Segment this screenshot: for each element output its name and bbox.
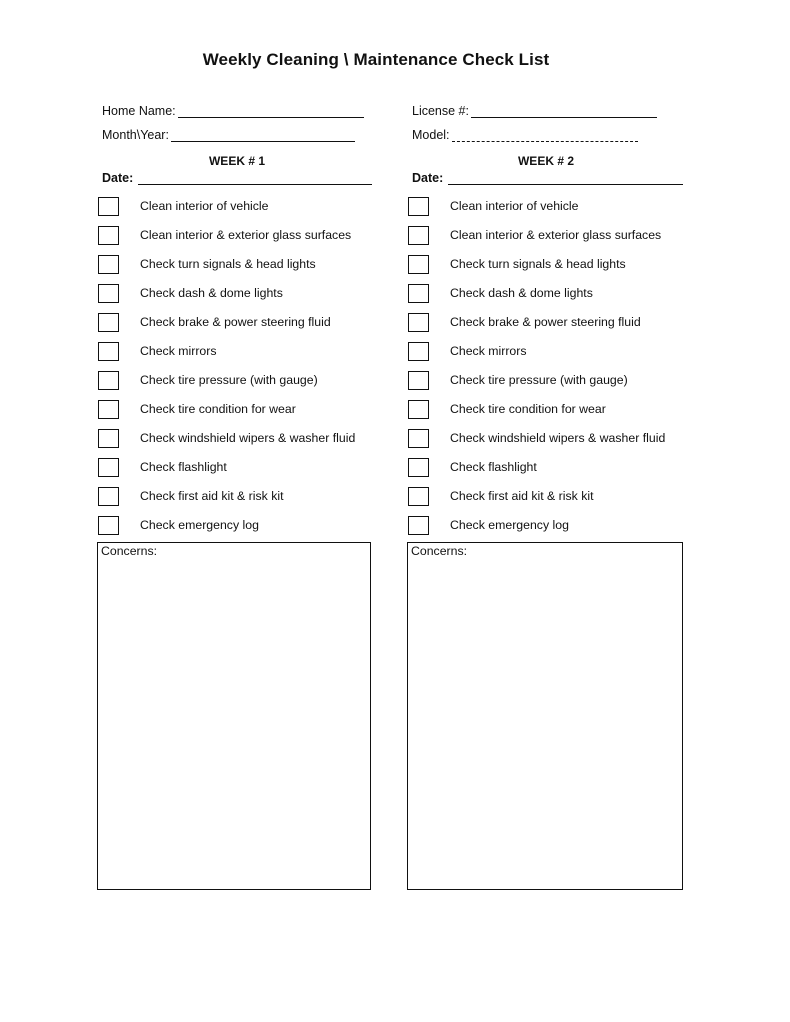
home-name-label: Home Name:	[102, 104, 176, 118]
page-title: Weekly Cleaning \ Maintenance Check List	[202, 50, 550, 69]
checklist-item-label: Check flashlight	[450, 460, 537, 474]
checklist-item[interactable]: Check flashlight	[408, 455, 537, 479]
checklist-item[interactable]: Clean interior & exterior glass surfaces	[98, 223, 351, 247]
week-2-concerns-label: Concerns:	[411, 544, 468, 558]
checkbox[interactable]	[98, 486, 119, 506]
checklist-item-label: Check mirrors	[450, 344, 527, 358]
week-1-date-label: Date:	[102, 171, 134, 185]
model-label: Model:	[412, 128, 450, 142]
checklist-item[interactable]: Check turn signals & head lights	[408, 252, 626, 276]
checkbox[interactable]	[98, 370, 119, 390]
week-1-concerns-box[interactable]: Concerns:	[97, 542, 371, 890]
week-2-concerns-box[interactable]: Concerns:	[407, 542, 683, 890]
checkbox[interactable]	[408, 225, 429, 245]
month-year-input-line[interactable]	[170, 129, 355, 142]
checkbox[interactable]	[98, 457, 119, 477]
license-input-line[interactable]	[470, 105, 657, 118]
checklist-item-label: Check tire condition for wear	[140, 402, 296, 416]
week-1-concerns-label: Concerns:	[101, 544, 158, 558]
month-year-label: Month\Year:	[102, 128, 169, 142]
checkbox[interactable]	[408, 457, 429, 477]
checklist-item-label: Clean interior & exterior glass surfaces	[140, 228, 352, 242]
checklist-item[interactable]: Clean interior of vehicle	[98, 194, 269, 218]
license-field[interactable]: License #:	[412, 104, 657, 118]
checklist-item-label: Check turn signals & head lights	[140, 257, 316, 271]
checklist-item[interactable]: Check emergency log	[408, 513, 569, 537]
checklist-item[interactable]: Check brake & power steering fluid	[408, 310, 641, 334]
checklist-item[interactable]: Check tire condition for wear	[98, 397, 296, 421]
checkbox[interactable]	[98, 399, 119, 419]
checklist-item[interactable]: Check brake & power steering fluid	[98, 310, 331, 334]
checklist-item-label: Clean interior of vehicle	[450, 199, 579, 213]
checkbox[interactable]	[98, 254, 119, 274]
checkbox[interactable]	[98, 515, 119, 535]
checklist-item-label: Check tire pressure (with gauge)	[140, 373, 318, 387]
home-name-field[interactable]: Home Name:	[102, 104, 364, 118]
checklist-item[interactable]: Check mirrors	[98, 339, 217, 363]
checklist-item-label: Check tire pressure (with gauge)	[450, 373, 628, 387]
checklist-item-label: Check windshield wipers & washer fluid	[140, 431, 356, 445]
checkbox[interactable]	[98, 428, 119, 448]
month-year-field[interactable]: Month\Year:	[102, 128, 355, 142]
checkbox[interactable]	[408, 283, 429, 303]
model-field[interactable]: Model:	[412, 128, 638, 142]
checkbox[interactable]	[408, 341, 429, 361]
checkbox[interactable]	[98, 225, 119, 245]
checklist-item-label: Check dash & dome lights	[140, 286, 283, 300]
checkbox[interactable]	[98, 312, 119, 332]
checkbox[interactable]	[98, 196, 119, 216]
checklist-item[interactable]: Check windshield wipers & washer fluid	[408, 426, 665, 450]
checklist-item-label: Check emergency log	[140, 518, 259, 532]
checklist-item-label: Clean interior & exterior glass surfaces	[450, 228, 662, 242]
checklist-item-label: Check flashlight	[140, 460, 227, 474]
checklist-item[interactable]: Clean interior of vehicle	[408, 194, 579, 218]
checkbox[interactable]	[408, 370, 429, 390]
checkbox[interactable]	[408, 312, 429, 332]
checklist-item[interactable]: Check tire condition for wear	[408, 397, 606, 421]
week-2-title: WEEK # 2	[517, 154, 574, 168]
checkbox[interactable]	[408, 399, 429, 419]
week-2-date-label: Date:	[412, 171, 444, 185]
checklist-item[interactable]: Check tire pressure (with gauge)	[98, 368, 318, 392]
checklist-item-label: Check brake & power steering fluid	[450, 315, 641, 329]
checklist-item-label: Check dash & dome lights	[450, 286, 593, 300]
checklist-item-label: Check turn signals & head lights	[450, 257, 626, 271]
checklist-item-label: Check emergency log	[450, 518, 569, 532]
checklist-item[interactable]: Check emergency log	[98, 513, 259, 537]
checkbox[interactable]	[408, 515, 429, 535]
checkbox[interactable]	[98, 341, 119, 361]
checklist-item[interactable]: Check mirrors	[408, 339, 527, 363]
checklist-item[interactable]: Check tire pressure (with gauge)	[408, 368, 628, 392]
license-label: License #:	[412, 104, 469, 118]
checklist-item-label: Clean interior of vehicle	[140, 199, 269, 213]
checklist-item-label: Check brake & power steering fluid	[140, 315, 331, 329]
checklist-item-label: Check windshield wipers & washer fluid	[450, 431, 666, 445]
checklist-item[interactable]: Check first aid kit & risk kit	[408, 484, 594, 508]
checkbox[interactable]	[408, 254, 429, 274]
checklist-item[interactable]: Check flashlight	[98, 455, 227, 479]
week-2-date-input-line[interactable]	[448, 184, 683, 185]
week-1-title: WEEK # 1	[208, 154, 265, 168]
checklist-item-label: Check first aid kit & risk kit	[450, 489, 594, 503]
checklist-item[interactable]: Check turn signals & head lights	[98, 252, 316, 276]
checklist-item[interactable]: Check windshield wipers & washer fluid	[98, 426, 355, 450]
checkbox[interactable]	[408, 196, 429, 216]
checklist-item-label: Check tire condition for wear	[450, 402, 606, 416]
model-input-line[interactable]	[451, 129, 638, 142]
checklist-item[interactable]: Check dash & dome lights	[408, 281, 593, 305]
checkbox[interactable]	[408, 428, 429, 448]
home-name-input-line[interactable]	[177, 105, 364, 118]
checklist-item[interactable]: Check dash & dome lights	[98, 281, 283, 305]
checkbox[interactable]	[98, 283, 119, 303]
checklist-item-label: Check mirrors	[140, 344, 217, 358]
checklist-item[interactable]: Clean interior & exterior glass surfaces	[408, 223, 661, 247]
week-1-date-input-line[interactable]	[138, 184, 372, 185]
checklist-item[interactable]: Check first aid kit & risk kit	[98, 484, 284, 508]
checklist-item-label: Check first aid kit & risk kit	[140, 489, 284, 503]
checkbox[interactable]	[408, 486, 429, 506]
